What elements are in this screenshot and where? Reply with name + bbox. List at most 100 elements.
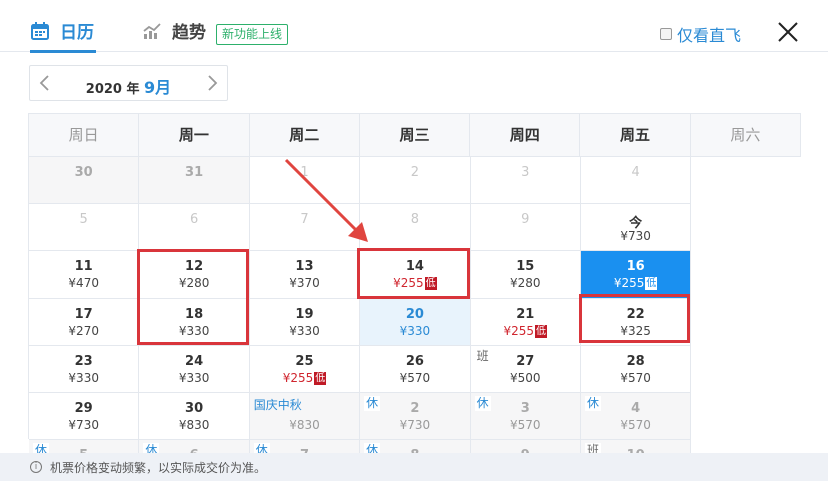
price-value: ¥570: [399, 370, 431, 385]
calendar-day-cell[interactable]: 24 ¥330: [139, 345, 250, 393]
day-number: 5: [79, 212, 88, 228]
day-number: 2: [410, 165, 419, 180]
calendar-day-cell[interactable]: 30: [29, 157, 140, 205]
price-value: ¥255: [613, 276, 645, 291]
day-price: ¥370: [250, 276, 359, 290]
calendar-day-cell[interactable]: 休 4 ¥570: [580, 392, 692, 441]
day-price: ¥330: [360, 324, 469, 338]
day-number: 24: [185, 353, 204, 369]
calendar-icon: [31, 21, 49, 40]
day-number: 6: [189, 212, 199, 228]
trend-chart-icon: [143, 22, 161, 39]
price-value: ¥280: [509, 276, 541, 291]
day-number: 1: [300, 165, 309, 180]
calendar-day-cell[interactable]: 26 ¥570: [360, 345, 471, 393]
price-value: ¥370: [289, 276, 320, 291]
tab-calendar[interactable]: 日历: [30, 18, 96, 53]
weekday-header-cell: 周二: [249, 114, 360, 157]
day-price: ¥255 低: [581, 276, 690, 291]
calendar-day-cell[interactable]: 30 ¥830: [139, 392, 250, 441]
day-number: 26: [405, 353, 424, 369]
calendar-day-cell[interactable]: 11 ¥470: [29, 251, 140, 299]
calendar-day-cell[interactable]: 15 ¥280: [470, 251, 581, 299]
day-price: ¥330: [29, 371, 138, 385]
calendar-day-cell[interactable]: 29 ¥730: [29, 392, 140, 441]
day-price: ¥330: [139, 371, 248, 385]
calendar-day-cell: 8: [360, 204, 471, 252]
calendar-day-cell: 6: [139, 204, 250, 252]
price-value: ¥570: [620, 370, 651, 385]
day-number: 3: [521, 165, 530, 180]
price-value: ¥570: [509, 417, 541, 432]
price-value: ¥830: [178, 417, 210, 432]
day-number: 12: [185, 259, 204, 275]
footer-notice: i 机票价格变动频繁，以实际成交价为准。: [0, 453, 828, 481]
header-bar: 日历 趋势 新功能上线 仅看直飞: [0, 0, 828, 53]
calendar-day-cell[interactable]: 班 27 ¥500: [470, 345, 581, 393]
calendar-day-cell[interactable]: 23 ¥330: [29, 345, 140, 393]
day-price: ¥270: [29, 324, 138, 338]
close-icon[interactable]: [776, 20, 800, 44]
day-number: 28: [626, 353, 645, 369]
price-value: ¥330: [178, 323, 210, 338]
day-price: ¥500: [471, 371, 580, 385]
calendar-day-cell[interactable]: 21 ¥255 低: [470, 298, 581, 346]
price-value: ¥330: [68, 370, 99, 385]
price-value: ¥470: [68, 276, 99, 291]
day-number: 15: [516, 259, 535, 275]
calendar-day-cell[interactable]: 20 ¥330: [360, 298, 471, 346]
price-value: ¥730: [399, 417, 431, 432]
calendar-day-cell: 7: [249, 204, 361, 252]
tab-trend-label: 趋势: [172, 23, 206, 43]
day-number: 4: [631, 400, 641, 416]
chevron-right-icon[interactable]: [203, 74, 221, 92]
day-number: 17: [74, 306, 93, 322]
day-price: ¥255 低: [471, 324, 580, 338]
calendar-day-cell[interactable]: 25 ¥255 低: [249, 345, 361, 393]
calendar-day-cell[interactable]: 休 2 ¥730: [360, 392, 471, 441]
calendar-day-cell[interactable]: 31: [139, 157, 250, 205]
day-number: 3: [520, 400, 530, 416]
tab-calendar-label: 日历: [60, 23, 94, 43]
direct-flight-toggle[interactable]: 仅看直飞: [660, 22, 741, 46]
weekday-header: 周日 周一 周二 周三 周四 周五 周六: [29, 114, 801, 157]
calendar-day-cell: 9: [470, 204, 581, 252]
day-number: 30: [74, 165, 93, 180]
calendar-day-cell[interactable]: 16 ¥255 低: [580, 251, 692, 299]
price-value: ¥570: [620, 417, 651, 432]
price-value: ¥280: [178, 276, 210, 291]
price-value: ¥255: [503, 323, 535, 338]
calendar-day-cell[interactable]: 18 ¥330: [139, 298, 250, 346]
tab-trend[interactable]: 趋势: [142, 18, 206, 43]
day-number: 23: [74, 353, 93, 369]
calendar-day-cell[interactable]: 28 ¥570: [580, 345, 692, 393]
calendar-day-cell: 3: [470, 157, 581, 205]
day-price: ¥830: [250, 418, 359, 432]
active-tab-underline: [30, 50, 96, 53]
calendar-day-cell[interactable]: 今 ¥730: [580, 204, 692, 252]
price-value: ¥255: [393, 276, 424, 291]
day-number: 13: [295, 259, 314, 275]
calendar-day-cell[interactable]: 国庆中秋 ¥830: [249, 392, 361, 441]
month-selector: 2020 年 9月: [29, 65, 228, 101]
day-number: 25: [295, 353, 314, 369]
weekday-header-cell: 周四: [470, 114, 581, 157]
price-value: ¥270: [68, 323, 99, 338]
new-feature-badge: 新功能上线: [216, 24, 289, 45]
month-label: 2020 年 9月: [30, 74, 227, 98]
day-number: 21: [516, 306, 535, 322]
year-label: 2020 年: [85, 82, 140, 97]
calendar-day-cell[interactable]: 休 3 ¥570: [470, 392, 581, 441]
calendar-day-cell[interactable]: 13 ¥370: [249, 251, 361, 299]
day-number: 4: [631, 165, 640, 180]
calendar-day-cell: 2: [360, 157, 471, 205]
direct-flight-checkbox[interactable]: [660, 28, 672, 40]
calendar-day-cell[interactable]: 17 ¥270: [29, 298, 140, 346]
day-price: ¥570: [581, 418, 690, 432]
calendar-day-cell[interactable]: 12 ¥280: [139, 251, 250, 299]
calendar-day-cell[interactable]: 14 ¥255 低: [360, 251, 471, 299]
calendar-day-cell[interactable]: 19 ¥330: [249, 298, 361, 346]
weekday-header-cell: 周五: [580, 114, 691, 157]
footer-notice-text: 机票价格变动频繁，以实际成交价为准。: [50, 460, 267, 475]
calendar-day-cell[interactable]: 22 ¥325: [580, 298, 692, 346]
